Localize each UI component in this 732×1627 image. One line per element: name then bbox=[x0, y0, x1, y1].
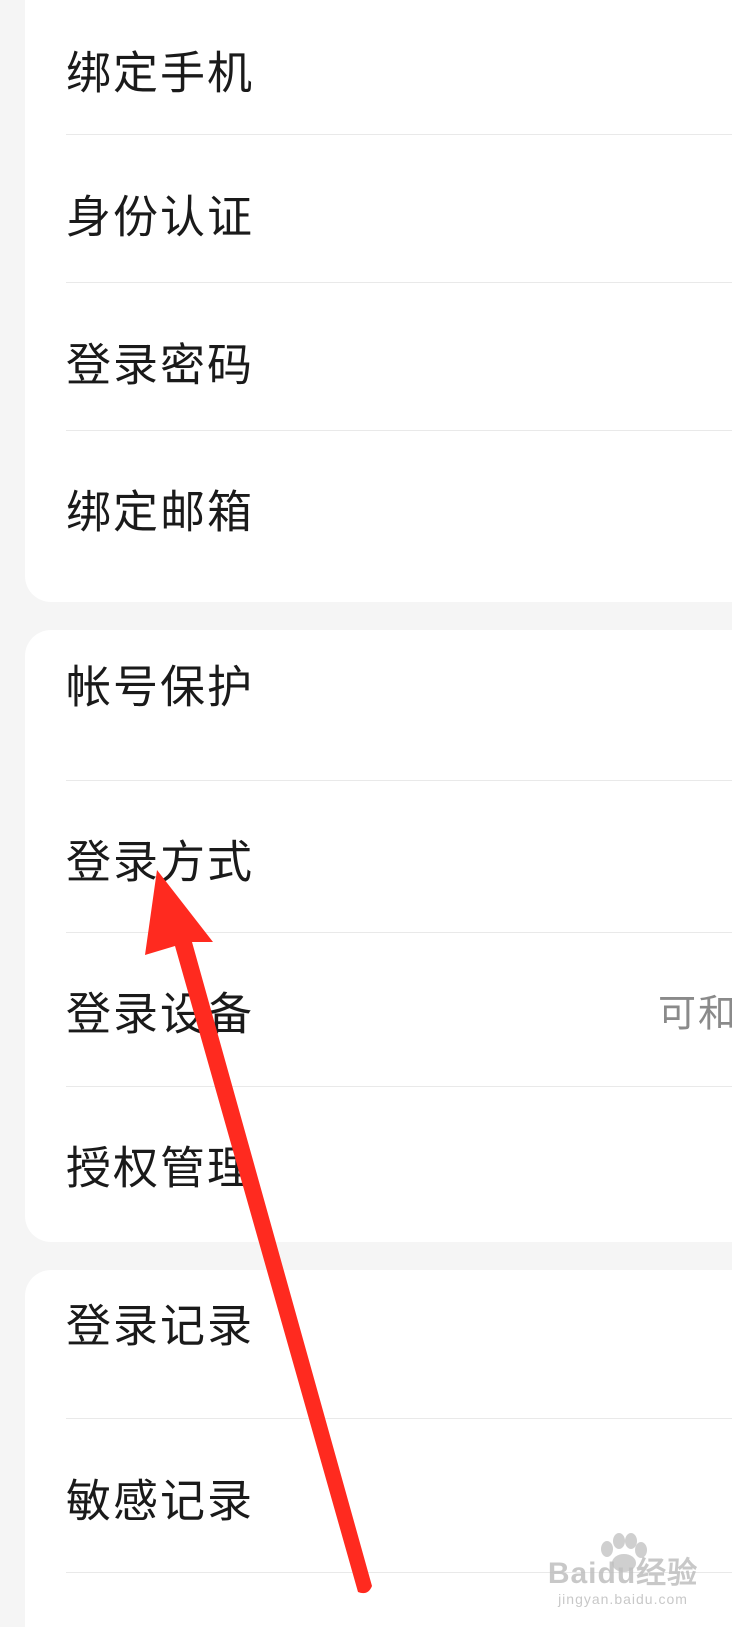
settings-group-1: 绑定手机 身份认证 登录密码 绑定邮箱 bbox=[25, 0, 732, 602]
row-login-method[interactable]: 登录方式 bbox=[25, 781, 732, 934]
row-label: 登录方式 bbox=[66, 835, 255, 888]
divider bbox=[66, 282, 732, 283]
row-identity-verification[interactable]: 身份认证 bbox=[25, 136, 732, 289]
account-security-page: 绑定手机 身份认证 登录密码 绑定邮箱 帐号保护 登录方式 登录设备 可和 授权… bbox=[0, 0, 732, 1627]
row-label: 登录记录 bbox=[66, 1299, 255, 1352]
row-label: 敏感记录 bbox=[66, 1474, 255, 1527]
row-label: 登录设备 bbox=[66, 987, 255, 1040]
row-account-protection[interactable]: 帐号保护 bbox=[25, 630, 732, 759]
row-value: 可和 bbox=[657, 991, 732, 1035]
row-label: 登录密码 bbox=[66, 338, 255, 391]
row-label: 帐号保护 bbox=[66, 660, 255, 713]
row-login-password[interactable]: 登录密码 bbox=[25, 284, 732, 437]
row-authorization-management[interactable]: 授权管理 bbox=[25, 1087, 732, 1240]
divider bbox=[66, 1418, 732, 1419]
row-label: 绑定手机 bbox=[66, 46, 255, 99]
row-label: 授权管理 bbox=[66, 1141, 255, 1194]
row-login-devices[interactable]: 登录设备 可和 bbox=[25, 933, 732, 1086]
row-label: 身份认证 bbox=[66, 190, 255, 243]
watermark-text: Baidu经验 bbox=[547, 1557, 699, 1590]
baidu-watermark: Baidu经验 jingyan.baidu.com bbox=[538, 1533, 708, 1607]
settings-group-2: 帐号保护 登录方式 登录设备 可和 授权管理 bbox=[25, 630, 732, 1242]
row-label: 绑定邮箱 bbox=[66, 485, 255, 538]
row-bind-phone[interactable]: 绑定手机 bbox=[25, 0, 732, 145]
row-bind-email[interactable]: 绑定邮箱 bbox=[25, 431, 732, 584]
watermark-url: jingyan.baidu.com bbox=[558, 1591, 688, 1607]
divider bbox=[66, 134, 732, 135]
row-login-records[interactable]: 登录记录 bbox=[25, 1270, 732, 1398]
